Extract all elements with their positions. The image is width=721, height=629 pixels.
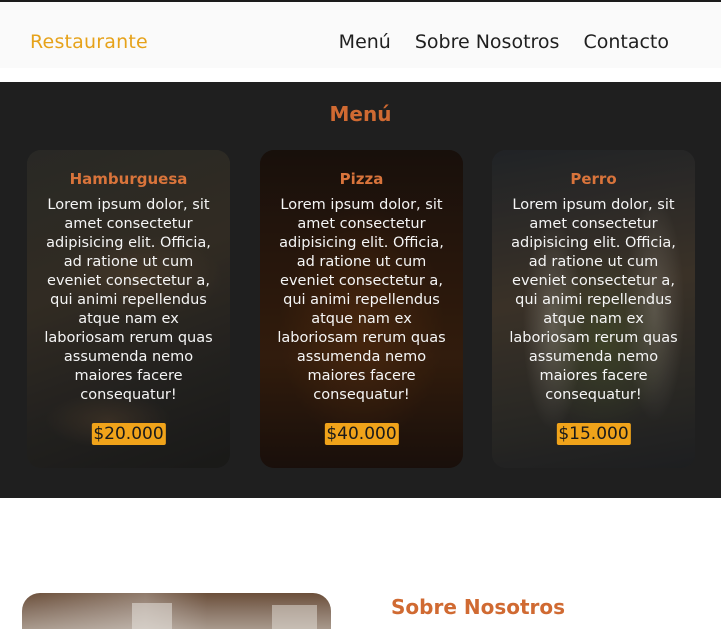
about-section-title: Sobre Nosotros: [391, 595, 566, 619]
nav-link-sobre-nosotros[interactable]: Sobre Nosotros: [415, 31, 560, 53]
menu-card-price: $20.000: [91, 423, 166, 445]
brand-logo[interactable]: Restaurante: [30, 31, 148, 53]
menu-section-title: Menú: [329, 102, 392, 126]
menu-card-description: Lorem ipsum dolor, sit amet consectetur …: [44, 197, 213, 403]
menu-card-price: $40.000: [324, 423, 399, 445]
window-pane: [132, 603, 172, 629]
nav-link-menu[interactable]: Menú: [339, 31, 391, 53]
about-image: [22, 593, 331, 629]
menu-card-description: Lorem ipsum dolor, sit amet consectetur …: [509, 197, 678, 403]
menu-card-title: Pizza: [339, 170, 384, 188]
menu-card-title: Hamburguesa: [69, 170, 188, 188]
menu-card-price: $15.000: [556, 423, 631, 445]
menu-card-pizza[interactable]: Pizza Lorem ipsum dolor, sit amet consec…: [260, 150, 463, 468]
menu-card-hamburguesa[interactable]: Hamburguesa Lorem ipsum dolor, sit amet …: [27, 150, 230, 468]
menu-card-description: Lorem ipsum dolor, sit amet consectetur …: [277, 197, 446, 403]
menu-card-perro[interactable]: Perro Lorem ipsum dolor, sit amet consec…: [492, 150, 695, 468]
menu-section: Menú Hamburguesa Lorem ipsum dolor, sit …: [0, 82, 721, 498]
menu-card-title: Perro: [570, 170, 617, 188]
main-nav: Menú Sobre Nosotros Contacto: [339, 31, 669, 53]
nav-link-contacto[interactable]: Contacto: [583, 31, 669, 53]
window-pane: [272, 605, 317, 629]
site-header: Restaurante Menú Sobre Nosotros Contacto: [0, 2, 721, 68]
